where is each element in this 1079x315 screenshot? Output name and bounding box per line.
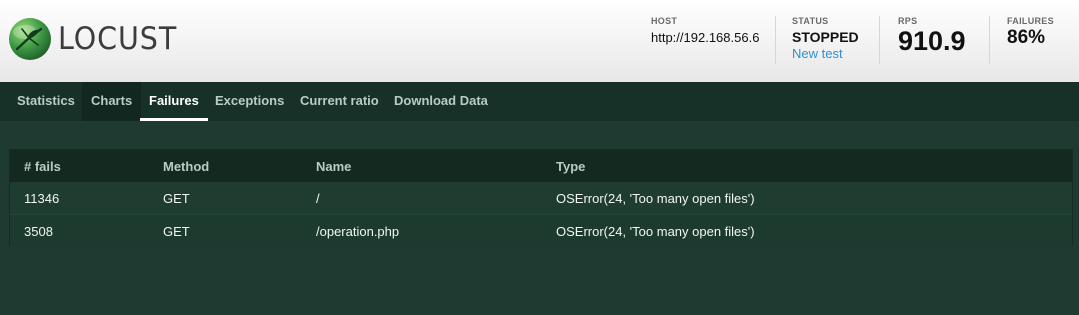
locust-logo[interactable]: LOCUST (8, 17, 188, 61)
divider (989, 16, 990, 64)
new-test-link[interactable]: New test (792, 46, 859, 61)
column-header-name[interactable]: Name (316, 159, 351, 174)
divider (879, 16, 880, 64)
tab-charts[interactable]: Charts (82, 82, 142, 121)
tab-failures[interactable]: Failures (140, 82, 208, 121)
host-value: http://192.168.56.6 (651, 30, 760, 45)
status-stat: STATUS STOPPED New test (792, 16, 859, 61)
tab-statistics[interactable]: Statistics (8, 82, 84, 121)
tab-download-data[interactable]: Download Data (385, 82, 497, 121)
failures-label: FAILURES (1007, 16, 1054, 26)
host-stat: HOST http://192.168.56.6 (651, 16, 759, 45)
method-cell: GET (163, 191, 190, 206)
failures-stat: FAILURES 86% (1007, 16, 1054, 49)
name-cell: / (316, 191, 320, 206)
failures-table: # fails Method Name Type 11346 GET / OSE… (9, 149, 1073, 247)
status-label: STATUS (792, 16, 829, 26)
tab-current-ratio[interactable]: Current ratio (291, 82, 388, 121)
fails-cell: 3508 (24, 224, 53, 239)
table-row: 11346 GET / OSError(24, 'Too many open f… (10, 182, 1072, 214)
column-header-fails[interactable]: # fails (24, 159, 61, 174)
host-label: HOST (651, 16, 678, 26)
name-cell: /operation.php (316, 224, 400, 239)
logo-text: LOCUST (58, 20, 178, 57)
divider (775, 16, 776, 64)
failures-value: 86% (1007, 27, 1046, 48)
status-value: STOPPED (792, 29, 859, 45)
tab-exceptions[interactable]: Exceptions (206, 82, 293, 121)
rps-label: RPS (898, 16, 918, 26)
type-cell: OSError(24, 'Too many open files') (556, 191, 755, 206)
method-cell: GET (163, 224, 190, 239)
fails-cell: 11346 (24, 191, 60, 206)
rps-value: 910.9 (898, 26, 966, 56)
column-header-type[interactable]: Type (556, 159, 585, 174)
column-header-method[interactable]: Method (163, 159, 209, 174)
locust-logo-icon (9, 18, 51, 60)
header-bar: LOCUST HOST http://192.168.56.6 STATUS S… (0, 0, 1079, 83)
rps-stat: RPS 910.9 (898, 16, 966, 57)
type-cell: OSError(24, 'Too many open files') (556, 224, 755, 239)
tab-navigation: Statistics Charts Failures Exceptions Cu… (0, 82, 1079, 121)
table-header: # fails Method Name Type (10, 150, 1072, 182)
table-row: 3508 GET /operation.php OSError(24, 'Too… (10, 214, 1072, 247)
